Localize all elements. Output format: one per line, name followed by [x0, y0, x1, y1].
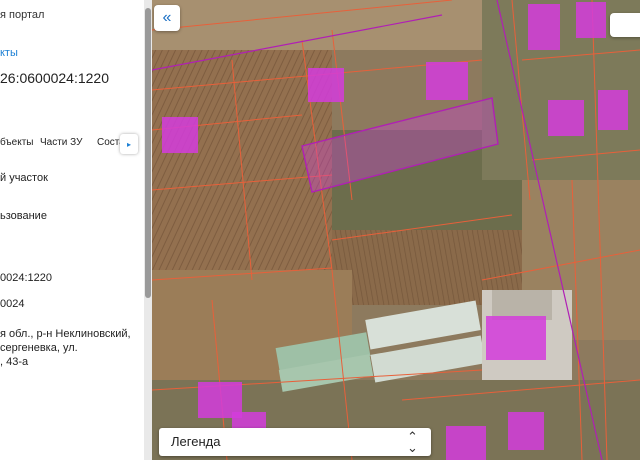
object-type-value: й участок	[0, 172, 48, 184]
parcel	[162, 117, 198, 153]
map-view[interactable]	[152, 0, 640, 460]
map-control-button[interactable]	[610, 13, 640, 37]
objects-link[interactable]: кты	[0, 47, 18, 59]
tab-parts[interactable]: Части ЗУ	[40, 137, 82, 148]
info-panel: я портал кты 26:0600024:1220 бъекты Част…	[0, 0, 152, 460]
portal-title: я портал	[0, 9, 45, 21]
satellite-map[interactable]	[152, 0, 640, 460]
parcel	[598, 90, 628, 130]
address-line: я обл., р-н Неклиновский,	[0, 328, 131, 340]
parcel	[576, 2, 606, 38]
quarter-value: 0024	[0, 298, 25, 310]
short-number-value: 0024:1220	[0, 272, 52, 284]
permitted-use-label: ьзование	[0, 210, 47, 222]
roof	[492, 290, 552, 320]
sort-chevrons-icon: ⌃ ⌄	[407, 430, 418, 455]
double-chevron-left-icon: «	[162, 9, 172, 26]
legend-dropdown[interactable]: Легенда ⌃ ⌄	[159, 428, 431, 456]
chevron-down-icon: ⌄	[407, 440, 418, 455]
cadastral-number: 26:0600024:1220	[0, 70, 109, 86]
parcel	[548, 100, 584, 136]
address-line: , 43-а	[0, 356, 29, 368]
panel-tabs: бъекты Части ЗУ Соста ▸	[0, 134, 146, 154]
address-value: я обл., р-н Неклиновский, сергеневка, ул…	[0, 327, 131, 369]
parcel	[508, 412, 544, 450]
address-line: сергеневка, ул.	[0, 342, 78, 354]
parcel	[528, 4, 560, 50]
parcel	[426, 62, 468, 100]
parcel	[308, 68, 344, 102]
panel-scrollbar-thumb[interactable]	[145, 8, 151, 298]
tab-objects[interactable]: бъекты	[0, 137, 33, 148]
parcel	[446, 426, 486, 460]
tabs-scroll-button[interactable]: ▸	[120, 134, 138, 154]
chevron-right-icon: ▸	[126, 139, 131, 149]
parcel	[486, 316, 546, 360]
legend-label: Легенда	[171, 434, 221, 449]
collapse-panel-button[interactable]: «	[154, 5, 180, 31]
